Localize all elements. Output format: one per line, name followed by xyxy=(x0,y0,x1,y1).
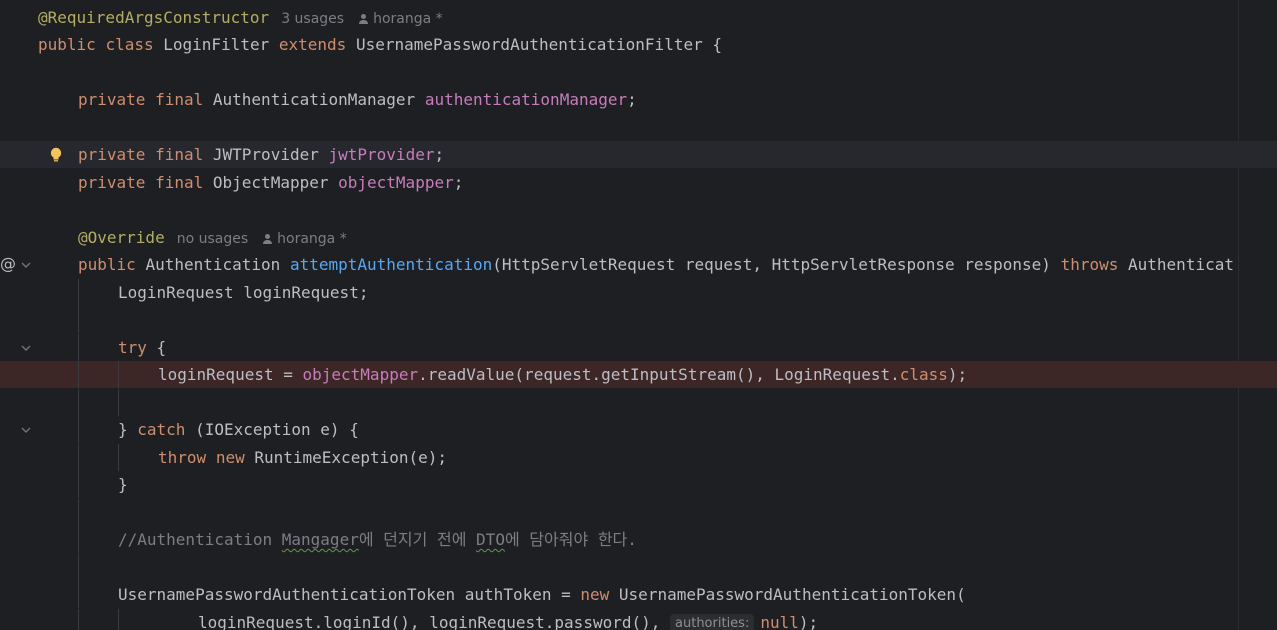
code-line-field-object-mapper[interactable]: private final ObjectMapper objectMapper; xyxy=(0,169,1277,196)
field-type: JWTProvider xyxy=(212,145,319,164)
token-args: loginRequest.loginId(), loginRequest.pas… xyxy=(198,613,671,630)
throw-expr: RuntimeException(e); xyxy=(254,448,448,467)
token-lhs: UsernamePasswordAuthenticationToken auth… xyxy=(118,585,581,604)
comment-mid: 에 던지기 전에 xyxy=(358,530,477,549)
chevron-down-icon[interactable] xyxy=(20,342,32,354)
comment-typo-word[interactable]: DTO xyxy=(476,530,505,549)
open-brace: { xyxy=(712,35,722,54)
kw-class: class xyxy=(105,35,154,54)
comment-typo-word[interactable]: Mangager xyxy=(282,530,359,549)
token-ctor: UsernamePasswordAuthenticationToken( xyxy=(609,585,966,604)
super-class: UsernamePasswordAuthenticationFilter xyxy=(355,35,703,54)
kw-class: class xyxy=(899,365,948,384)
local-declaration: LoginRequest loginRequest; xyxy=(118,283,369,302)
lightbulb-icon[interactable] xyxy=(47,146,65,164)
return-type: Authentication xyxy=(145,255,281,274)
chevron-down-icon[interactable] xyxy=(20,259,32,271)
kw-try: try xyxy=(118,338,147,357)
annotation-override: @Override xyxy=(78,228,165,247)
author-hint[interactable]: horanga * xyxy=(358,11,443,27)
kw-new: new xyxy=(215,448,245,467)
code-line-blank[interactable] xyxy=(0,306,1277,333)
assign-lhs: loginRequest = xyxy=(158,365,303,384)
author-name: horanga * xyxy=(277,231,347,247)
semicolon: ; xyxy=(453,173,464,192)
code-line-try[interactable]: try { xyxy=(0,334,1277,361)
code-line-class-decl[interactable]: public class LoginFilter extends Usernam… xyxy=(0,31,1277,58)
code-line-local-decl[interactable]: LoginRequest loginRequest; xyxy=(0,279,1277,306)
chevron-down-icon[interactable] xyxy=(20,424,32,436)
code-line-class-annotation[interactable]: @RequiredArgsConstructor 3 usages horanga … xyxy=(0,4,1277,31)
catch-clause: (IOException e) { xyxy=(185,420,359,439)
kw-throw: throw xyxy=(158,448,207,467)
code-line-read-value[interactable]: loginRequest = objectMapper.readValue(re… xyxy=(0,361,1277,388)
class-name: LoginFilter xyxy=(163,35,270,54)
comment-prefix: //Authentication xyxy=(118,530,282,549)
kw-extends: extends xyxy=(278,35,347,54)
kw-private: private xyxy=(78,145,146,164)
kw-private: private xyxy=(78,173,146,192)
code-line-token-args[interactable]: loginRequest.loginId(), loginRequest.pas… xyxy=(0,609,1277,630)
user-icon xyxy=(358,14,369,24)
usages-hint[interactable]: 3 usages xyxy=(281,11,344,27)
call-end: ); xyxy=(947,365,968,384)
code-line-override[interactable]: @Override no usages horanga * xyxy=(0,224,1277,251)
exception-type: Authenticat xyxy=(1128,255,1234,274)
field-type: ObjectMapper xyxy=(212,173,329,192)
kw-private: private xyxy=(78,90,146,109)
user-icon xyxy=(262,234,273,244)
code-line-field-auth-manager[interactable]: private final AuthenticationManager auth… xyxy=(0,86,1277,113)
field-name: authenticationManager xyxy=(424,90,628,109)
semicolon: ; xyxy=(627,90,637,109)
code-editor[interactable]: @RequiredArgsConstructor 3 usages horanga … xyxy=(0,0,1277,630)
kw-public: public xyxy=(38,35,96,54)
code-line-comment[interactable]: //Authentication Mangager에 던지기 전에 DTO에 담… xyxy=(0,526,1277,553)
parameter-hint: authorities: xyxy=(670,614,755,630)
try-brace: { xyxy=(146,338,167,357)
kw-final: final xyxy=(155,90,204,109)
close-brace: } xyxy=(118,475,128,494)
code-line-close-brace[interactable]: } xyxy=(0,471,1277,498)
object-mapper-ref: objectMapper xyxy=(302,365,419,384)
kw-final: final xyxy=(155,145,204,164)
code-line-blank[interactable] xyxy=(0,389,1277,416)
kw-public: public xyxy=(78,255,136,274)
code-line-catch[interactable]: } catch (IOException e) { xyxy=(0,416,1277,443)
usages-hint[interactable]: no usages xyxy=(177,231,248,247)
field-name: objectMapper xyxy=(338,173,454,192)
read-value-call: .readValue(request.getInputStream(), Log… xyxy=(418,365,900,384)
field-name: jwtProvider xyxy=(328,145,435,164)
code-line-throw[interactable]: throw new RuntimeException(e); xyxy=(0,444,1277,471)
author-hint[interactable]: horanga * xyxy=(262,231,347,247)
field-type: AuthenticationManager xyxy=(212,90,416,109)
code-line-blank[interactable] xyxy=(0,499,1277,526)
annotation-required-args: @RequiredArgsConstructor xyxy=(38,8,270,27)
kw-throws: throws xyxy=(1060,255,1119,274)
catch-close-brace: } xyxy=(118,420,138,439)
method-params: (HttpServletRequest request, HttpServlet… xyxy=(492,255,1051,274)
override-at-icon[interactable]: @ xyxy=(0,255,16,273)
kw-null: null xyxy=(760,613,799,630)
author-name: horanga * xyxy=(373,11,443,27)
args-end: ); xyxy=(798,613,819,630)
code-line-blank[interactable] xyxy=(0,554,1277,581)
code-line-method-decl[interactable]: @ public Authentication attemptAuthentic… xyxy=(0,251,1277,278)
semicolon: ; xyxy=(434,145,445,164)
kw-catch: catch xyxy=(137,420,186,439)
comment-suffix: 에 담아줘야 한다. xyxy=(504,530,637,549)
method-name: attemptAuthentication xyxy=(289,255,493,274)
kw-final: final xyxy=(155,173,204,192)
code-line-token-decl[interactable]: UsernamePasswordAuthenticationToken auth… xyxy=(0,581,1277,608)
code-line-field-jwt-provider[interactable]: private final JWTProvider jwtProvider; xyxy=(0,141,1277,168)
kw-new: new xyxy=(580,585,610,604)
